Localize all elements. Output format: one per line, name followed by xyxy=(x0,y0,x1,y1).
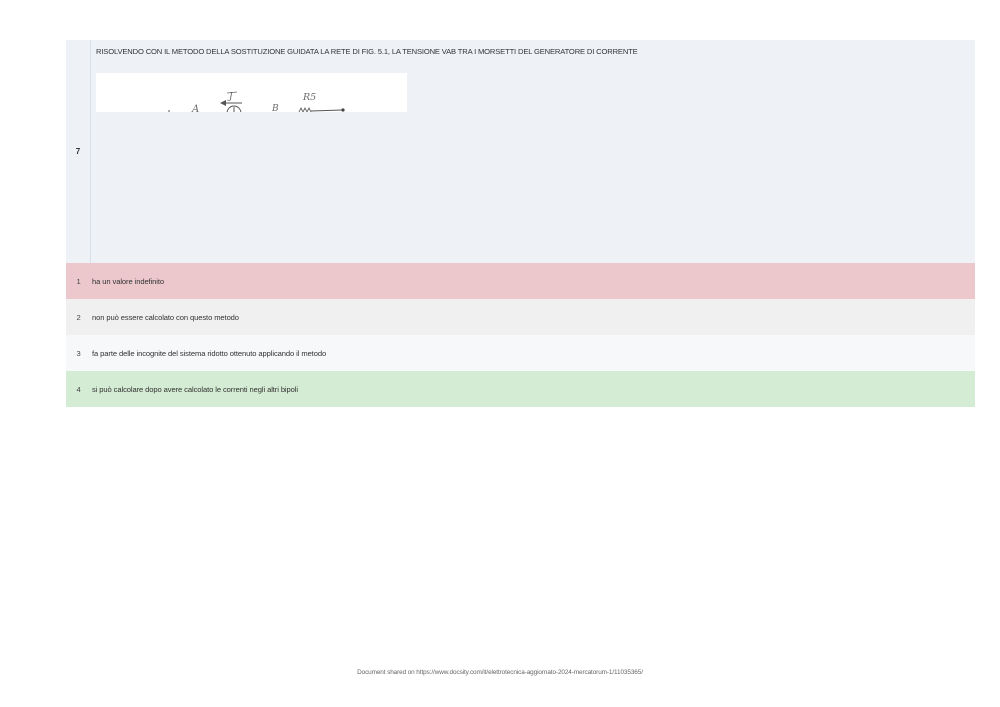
answer-list: 1 ha un valore indefinito 2 non può esse… xyxy=(66,263,975,407)
resistor-symbol xyxy=(298,106,312,112)
answer-number: 3 xyxy=(76,348,81,358)
circuit-node-dot xyxy=(341,108,345,112)
footer-source-link[interactable]: Document shared on https://www.docsity.c… xyxy=(0,669,1000,676)
circuit-figure-drawing: A J B R5 xyxy=(168,91,345,112)
answer-number: 4 xyxy=(76,384,81,394)
question-table: 7 RISOLVENDO CON IL METODO DELLA SOSTITU… xyxy=(66,40,975,407)
figure-label-node-b: B xyxy=(271,104,279,112)
question-body: RISOLVENDO CON IL METODO DELLA SOSTITUZI… xyxy=(91,40,975,263)
question-text: RISOLVENDO CON IL METODO DELLA SOSTITUZI… xyxy=(96,47,638,56)
question-number: 7 xyxy=(66,40,91,263)
answer-text: ha un valore indefinito xyxy=(92,276,165,286)
question-row: 7 RISOLVENDO CON IL METODO DELLA SOSTITU… xyxy=(66,40,975,263)
answer-text: non può essere calcolato con questo meto… xyxy=(92,312,239,322)
current-arrow-head xyxy=(220,100,226,106)
answer-number: 2 xyxy=(76,312,81,322)
answer-text: si può calcolare dopo avere calcolato le… xyxy=(92,384,298,394)
figure-label-node-a: A xyxy=(191,104,199,112)
figure-label-current: J xyxy=(227,92,234,102)
answer-row-1[interactable]: 1 ha un valore indefinito xyxy=(66,263,975,299)
answer-text: fa parte delle incognite del sistema rid… xyxy=(92,348,327,358)
answer-row-2[interactable]: 2 non può essere calcolato con questo me… xyxy=(66,299,975,335)
figure-label-resistor: R5 xyxy=(302,92,316,103)
answer-row-3[interactable]: 3 fa parte delle incognite del sistema r… xyxy=(66,335,975,371)
wire-to-node xyxy=(310,109,343,112)
answer-row-4[interactable]: 4 si può calcolare dopo avere calcolato … xyxy=(66,371,975,407)
answer-number: 1 xyxy=(76,276,81,286)
circuit-figure: A J B R5 xyxy=(96,73,407,112)
